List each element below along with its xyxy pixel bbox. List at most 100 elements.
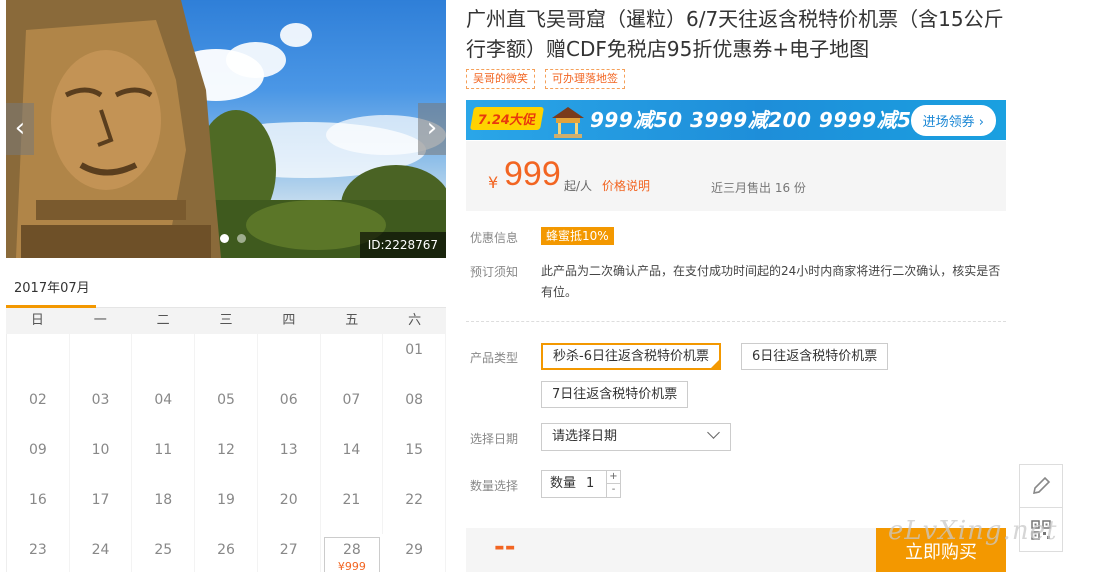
price-unit: 起/人 [564,179,593,193]
calendar-day-number: 02 [28,392,47,408]
calendar-day: 22 [383,484,446,534]
product-option-6day[interactable]: 6日往返含税特价机票 [741,343,889,370]
calendar-weekday: 日 [30,313,44,328]
quantity-value[interactable]: 1 [586,476,594,491]
calendar-day: 02 [7,384,70,434]
calendar-day-number: 10 [91,442,110,458]
calendar-day-number: 15 [405,442,424,458]
calendar-day-number: 25 [154,542,173,558]
calendar-day: 16 [7,484,70,534]
calendar-day-number: 28 [343,542,361,558]
option-label: 6日往返含税特价机票 [752,349,878,364]
chevron-down-icon [707,426,720,439]
buy-now-button[interactable]: 立即购买 [876,528,1006,572]
calendar-day: 24 [70,534,133,572]
quantity-decrease-button[interactable]: - [606,484,620,497]
date-label: 选择日期 [470,432,519,446]
calendar-day-number: 16 [28,492,47,508]
calendar-day: 04 [132,384,196,434]
calendar-day: 17 [70,484,133,534]
option-label: 7日往返含税特价机票 [552,387,678,402]
calendar-weekday: 五 [345,313,359,328]
calendar-weekday-row: 日一二三四五六 [6,308,446,334]
sold-count: 近三月售出 16 份 [711,181,806,195]
calendar-day-number: 11 [154,442,173,458]
calendar-weekday: 一 [93,313,107,328]
calendar-day: 01 [383,334,446,384]
calendar-day-number: 29 [405,542,424,558]
calendar-day: 14 [321,434,384,484]
selected-check-icon [709,359,720,369]
calendar-day-grid: 01 02 03 04 05 06 07 08 09 10 11 12 13 14 15 16 17 18 19 20… [6,334,446,572]
calendar-day: 25 [132,534,196,572]
side-toolbar [1019,464,1063,552]
calendar-month-tab[interactable]: 2017年07月 [6,278,96,308]
calendar-day-number: 13 [279,442,298,458]
carousel-next-icon[interactable]: › [418,103,446,155]
bayon-temple-photo [6,0,446,258]
quantity-stepper[interactable]: 数量 1 + - [541,470,621,498]
calendar-day: 06 [258,384,321,434]
calendar-day-number: 24 [91,542,110,558]
honey-discount-badge: 蜂蜜抵10% [541,227,614,245]
total-price: -- [494,532,516,562]
quantity-increase-button[interactable]: + [606,471,620,484]
pavilion-icon [552,107,584,138]
calendar-day-available[interactable]: 28¥999余3 [323,537,381,572]
calendar-day: 29 [383,534,446,572]
calendar-day: 12 [195,434,258,484]
calendar-day-number: 22 [405,492,424,508]
carousel-prev-icon[interactable]: ‹ [6,103,34,155]
calendar-empty-cell [195,334,258,384]
qrcode-button[interactable] [1019,508,1063,552]
calendar-day: 08 [383,384,446,434]
calendar-day-number: 01 [405,342,424,358]
calendar-day-number: 09 [28,442,47,458]
product-option-7day[interactable]: 7日往返含税特价机票 [541,381,689,408]
discount-label: 优惠信息 [470,231,519,245]
product-tag: 可办理落地签 [545,69,625,89]
calendar-day: 03 [70,384,133,434]
calendar-empty-cell [132,334,196,384]
calendar-day: 23 [7,534,70,572]
calendar-day-number: 03 [91,392,110,408]
price-currency: ¥ [488,173,499,192]
calendar-day-number: 08 [405,392,424,408]
carousel-dot[interactable] [220,234,229,243]
qrcode-icon [1031,519,1051,540]
carousel-dot[interactable] [237,234,246,243]
calendar-day-number: 23 [28,542,47,558]
product-hero-carousel[interactable]: ‹ › ID:2228767 [6,0,446,258]
promo-banner[interactable]: 7.24大促 999减50 3999减200 9999减500 进场领券 › [466,100,1006,140]
feedback-button[interactable] [1019,464,1063,508]
product-title: 广州直飞吴哥窟（暹粒）6/7天往返含税特价机票（含15公斤行李额）赠CDF免税店… [466,7,1004,61]
option-label: 秒杀-6日往返含税特价机票 [553,349,709,364]
calendar-empty-cell [70,334,133,384]
departure-calendar: 日 一 二 三 四 五 六 01 02 03 04 05 06 07 08 09 10 11 12 13 14 15 16… [6,308,446,572]
calendar-empty-cell [321,334,384,384]
calendar-day-number: 12 [217,442,235,458]
product-option-flash-6day[interactable]: 秒杀-6日往返含税特价机票 [541,343,721,370]
calendar-weekday: 六 [408,313,422,328]
calendar-day-number: 19 [217,492,235,508]
calendar-header: 2017年07月 [6,278,446,308]
calendar-day-number: 05 [217,392,235,408]
claim-coupon-button[interactable]: 进场领券 › [910,105,996,136]
date-select[interactable]: 请选择日期 [541,423,731,451]
calendar-day-number: 17 [91,492,110,508]
product-tag: 吴哥的微笑 [466,69,535,89]
price-amount: 999 [504,155,561,193]
calendar-day-number: 26 [217,542,235,558]
calendar-day: 10 [70,434,133,484]
calendar-day: 26 [195,534,258,572]
calendar-day-number: 27 [279,542,298,558]
calendar-day-number: 18 [154,492,173,508]
calendar-day-number: 07 [342,392,361,408]
price-explain-link[interactable]: 价格说明 [602,177,650,194]
calendar-day: 05 [195,384,258,434]
calendar-day: 07 [321,384,384,434]
promo-offers-text: 999减50 3999减200 9999减500 [590,108,941,132]
calendar-day-price: ¥999 [337,560,366,572]
promo-badge: 7.24大促 [469,107,545,130]
calendar-day-number: 06 [279,392,298,408]
